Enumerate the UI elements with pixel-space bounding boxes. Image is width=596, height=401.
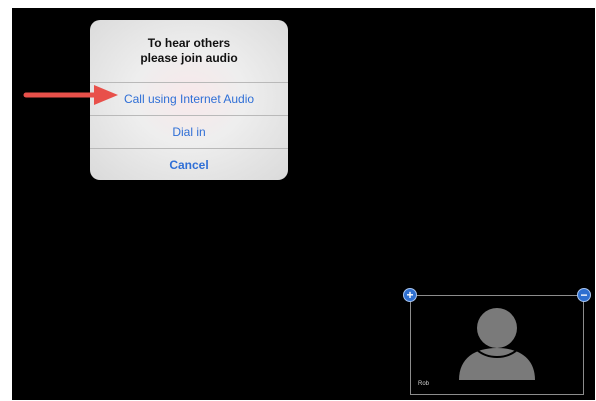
- dialog-header: To hear others please join audio: [90, 20, 288, 82]
- dialog-title-line-2: please join audio: [140, 51, 238, 65]
- meeting-screen: To hear others please join audio Call us…: [12, 8, 595, 400]
- plus-circle-icon[interactable]: +: [403, 288, 417, 302]
- arrow-right-icon: [23, 85, 118, 105]
- dial-in-button[interactable]: Dial in: [90, 115, 288, 147]
- cancel-button[interactable]: Cancel: [90, 148, 288, 180]
- minus-circle-icon[interactable]: −: [577, 288, 591, 302]
- person-silhouette-icon: [459, 308, 535, 380]
- participant-name: Rob: [418, 381, 430, 387]
- dialog-title-line-1: To hear others: [147, 36, 231, 50]
